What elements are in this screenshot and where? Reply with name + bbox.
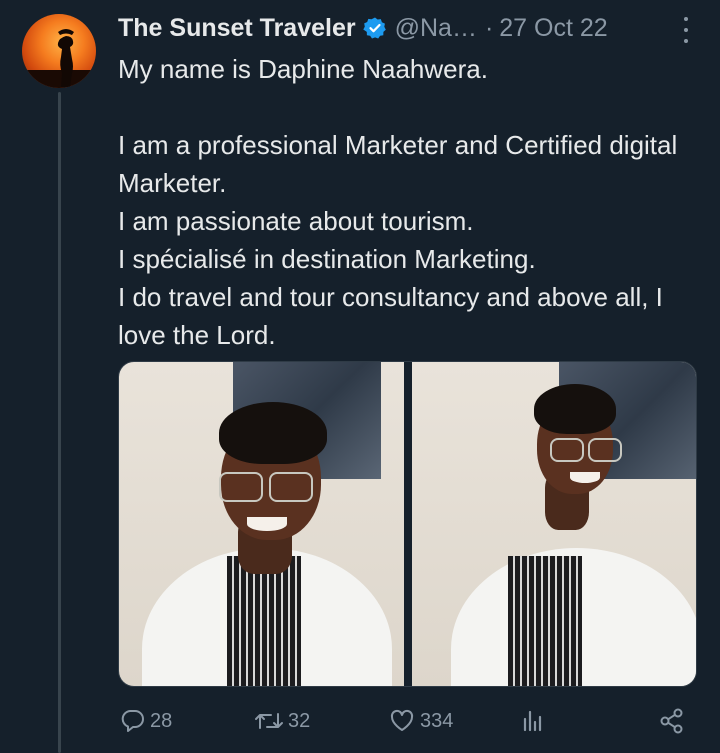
thread-line <box>58 92 61 753</box>
author-handle[interactable]: @Na… <box>395 14 477 43</box>
views-button[interactable] <box>520 704 546 738</box>
share-icon <box>660 708 683 734</box>
tweet-photo-2[interactable] <box>411 362 696 686</box>
media-grid <box>118 361 697 687</box>
avatar-silhouette <box>22 29 96 88</box>
tweet-header: The Sunset Traveler @Na… · 27 Oct 22 <box>118 10 704 46</box>
author-name[interactable]: The Sunset Traveler <box>118 14 356 43</box>
separator-dot: · <box>484 13 494 42</box>
reply-icon <box>121 710 144 732</box>
tweet-photo-1[interactable] <box>119 362 404 686</box>
tweet-date[interactable]: 27 Oct 22 <box>499 14 607 43</box>
like-count: 334 <box>420 709 454 732</box>
views-chart-icon <box>523 710 542 732</box>
retweet-icon <box>255 713 283 729</box>
tweet-body: My name is Daphine Naahwera. I am a prof… <box>118 54 678 350</box>
like-button[interactable]: 334 <box>388 704 453 738</box>
retweet-count: 32 <box>288 709 311 732</box>
reply-count: 28 <box>150 709 173 732</box>
avatar[interactable] <box>22 14 96 88</box>
reply-button[interactable]: 28 <box>118 704 172 738</box>
share-button[interactable] <box>658 704 686 738</box>
action-bar: 28 32 334 <box>118 704 698 738</box>
tweet-text: My name is Daphine Naahwera. I am a prof… <box>118 50 698 354</box>
heart-icon <box>390 709 414 731</box>
more-options-icon[interactable] <box>682 17 690 43</box>
verified-badge-icon <box>362 16 387 40</box>
retweet-button[interactable]: 32 <box>254 704 310 738</box>
